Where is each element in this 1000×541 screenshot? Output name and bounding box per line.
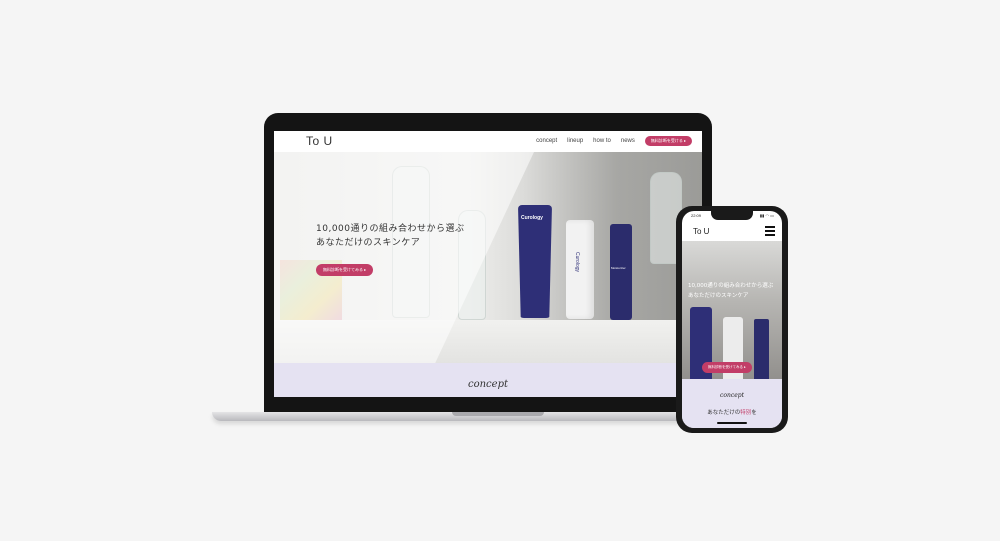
product-white-label: Curology bbox=[574, 252, 580, 273]
product-navy-bottle-image bbox=[610, 224, 632, 320]
mobile-product-navy-bottle-image bbox=[754, 319, 769, 383]
mobile-hero-headline-line2: あなただけのスキンケア bbox=[688, 293, 749, 299]
laptop-notch bbox=[452, 412, 544, 416]
mobile-concept-tagline: あなただけの特別を bbox=[682, 408, 782, 416]
tagline-suffix: を bbox=[751, 410, 757, 416]
hero-headline-line1: 10,000通りの組み合わせから選ぶ bbox=[316, 224, 465, 234]
product-navy-label: Moisturizer bbox=[611, 266, 626, 270]
mobile-site: 22:09 ▮▮ ◠ ▭ To U 10,000通りの組み合わせから選ぶ あなた… bbox=[682, 211, 782, 428]
hero-headline-line2: あなただけのスキンケア bbox=[316, 238, 421, 248]
mobile-hero-cta-button[interactable]: 無料診断を受けてみる ▸ bbox=[702, 362, 752, 373]
mobile-hero-headline: 10,000通りの組み合わせから選ぶ あなただけのスキンケア bbox=[688, 281, 773, 301]
mobile-hero-headline-line1: 10,000通りの組み合わせから選ぶ bbox=[688, 283, 774, 289]
site-header: To U concept lineup how to news 無料診断を受ける… bbox=[274, 131, 702, 152]
hero-headline: 10,000通りの組み合わせから選ぶ あなただけのスキンケア bbox=[316, 222, 465, 250]
hamburger-menu-icon[interactable] bbox=[765, 226, 775, 236]
nav-link-concept[interactable]: concept bbox=[536, 138, 557, 144]
phone-notch bbox=[711, 211, 753, 220]
nav-link-how-to[interactable]: how to bbox=[593, 138, 611, 144]
desktop-site: To U concept lineup how to news 無料診断を受ける… bbox=[274, 131, 702, 397]
concept-title: concept bbox=[468, 379, 508, 390]
mobile-concept-section bbox=[682, 379, 782, 428]
status-icons: ▮▮ ◠ ▭ bbox=[759, 213, 774, 218]
mobile-concept-title: concept bbox=[720, 392, 744, 399]
hero-section: Curology Curology Moisturizer 10,000通りの組… bbox=[274, 152, 702, 363]
home-indicator bbox=[717, 422, 747, 424]
hero-cta-button[interactable]: 無料診断を受けてみる ▸ bbox=[316, 264, 374, 276]
nav-link-news[interactable]: news bbox=[621, 138, 635, 144]
nav-cta-button[interactable]: 無料診断を受ける ▸ bbox=[644, 136, 692, 146]
product-white-bottle-image bbox=[566, 220, 594, 319]
mobile-product-white-bottle-image bbox=[723, 317, 743, 383]
product-tube-image bbox=[518, 205, 552, 318]
tagline-accent: 特別 bbox=[740, 410, 752, 416]
tagline-prefix: あなただけの bbox=[707, 410, 741, 416]
nav-link-lineup[interactable]: lineup bbox=[567, 138, 583, 144]
mobile-logo[interactable]: To U bbox=[693, 227, 709, 236]
status-time: 22:09 bbox=[691, 213, 702, 218]
product-tube-label: Curology bbox=[521, 215, 543, 221]
site-logo[interactable]: To U bbox=[306, 134, 333, 148]
main-nav: concept lineup how to news 無料診断を受ける ▸ bbox=[536, 136, 692, 146]
